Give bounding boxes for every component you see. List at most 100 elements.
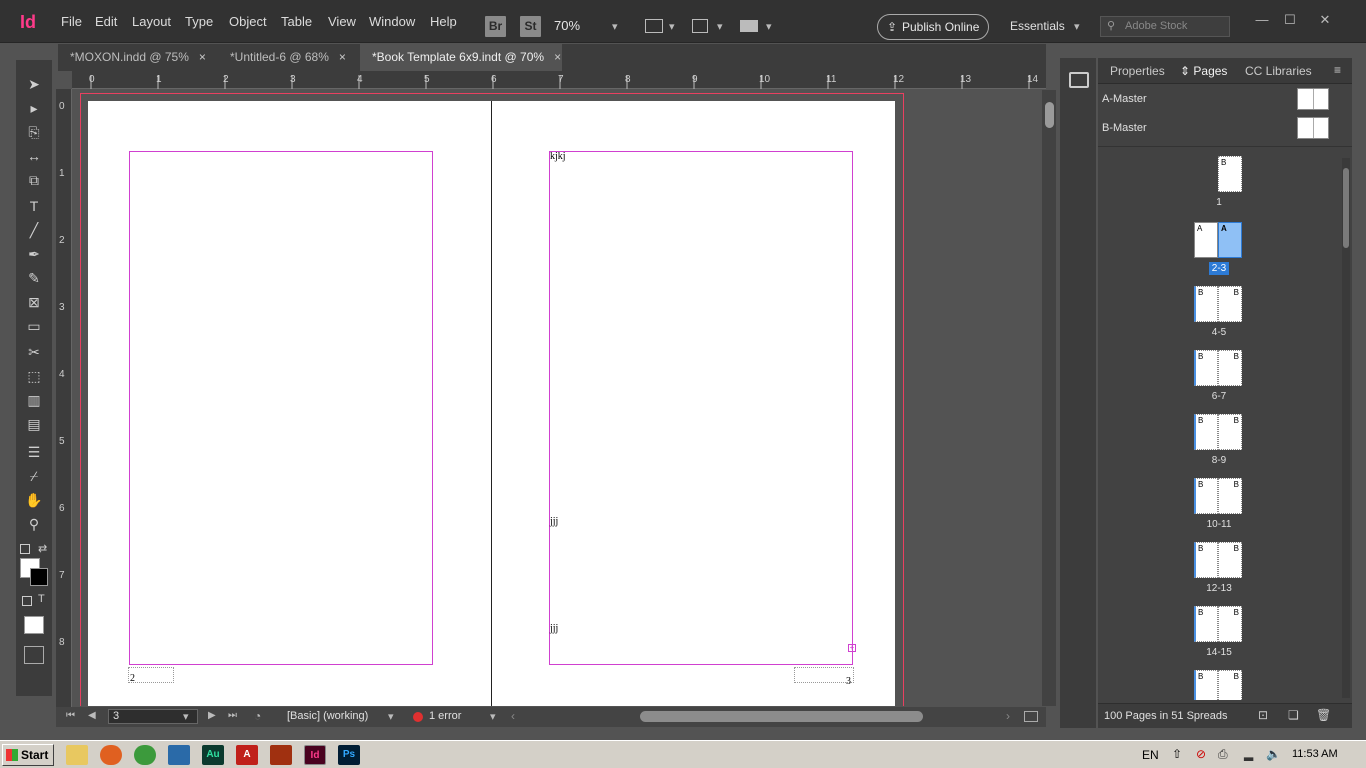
apply-none-icon[interactable] — [24, 616, 44, 634]
page-thumbnail[interactable]: B — [1218, 156, 1242, 192]
zoom-tool-icon[interactable]: ⚲ — [24, 514, 44, 534]
menu-layout[interactable]: Layout — [132, 13, 171, 31]
view-options-icon[interactable] — [692, 19, 708, 33]
menu-file[interactable]: File — [61, 13, 82, 31]
menu-table[interactable]: Table — [281, 13, 312, 31]
page-thumbnail[interactable]: B — [1194, 542, 1218, 578]
page-number-frame[interactable] — [794, 667, 854, 683]
profile-dropdown-icon[interactable]: ▾ — [388, 710, 394, 723]
page-thumbnail[interactable]: B — [1218, 670, 1242, 700]
page-thumbnail[interactable]: B — [1194, 606, 1218, 642]
page-thumbnail[interactable]: B — [1194, 670, 1218, 700]
page-thumbnail[interactable]: B — [1194, 414, 1218, 450]
last-page-icon[interactable]: ⏭ — [228, 710, 237, 721]
photoshop-icon[interactable]: Ps — [338, 745, 360, 765]
document-canvas[interactable]: 2 kjkj jjj jjj + 3 — [72, 90, 1042, 706]
horizontal-scrollbar-thumb[interactable] — [640, 711, 923, 722]
spread-16-17[interactable]: B B — [1194, 670, 1244, 700]
acrobat-icon[interactable]: A — [236, 745, 258, 765]
gradient-feather-tool-icon[interactable]: ▤ — [24, 414, 44, 434]
stroke-swatch[interactable] — [30, 568, 48, 586]
page-thumbnail[interactable]: B — [1218, 350, 1242, 386]
errors-dropdown-icon[interactable]: ▾ — [490, 710, 496, 723]
error-count[interactable]: 1 error — [429, 710, 461, 722]
split-window-icon[interactable] — [1024, 711, 1038, 722]
screen-mode-icon[interactable] — [645, 19, 663, 33]
spread-8-9[interactable]: B B 8-9 — [1194, 414, 1244, 466]
publish-online-button[interactable]: ⇪ Publish Online — [877, 14, 989, 40]
tray-icon[interactable]: ⊘ — [1196, 747, 1206, 761]
text-frame-content[interactable]: jjj — [550, 623, 558, 634]
network-icon[interactable]: ▂ — [1244, 747, 1253, 761]
comments-icon[interactable] — [1069, 72, 1089, 88]
rectangle-tool-icon[interactable]: ▭ — [24, 316, 44, 336]
vertical-scrollbar[interactable] — [1042, 90, 1056, 706]
close-window-button[interactable]: ✕ — [1313, 12, 1337, 30]
selection-tool-icon[interactable]: ➤ — [24, 74, 44, 94]
app-icon[interactable] — [270, 745, 292, 765]
app-icon[interactable] — [168, 745, 190, 765]
master-b-thumbnail[interactable] — [1297, 117, 1329, 139]
master-b[interactable]: B-Master — [1102, 117, 1342, 139]
swap-colors-icon[interactable]: ⇄ — [38, 542, 47, 555]
menu-object[interactable]: Object — [229, 13, 267, 31]
menu-view[interactable]: View — [328, 13, 356, 31]
zoom-dropdown-icon[interactable]: ▾ — [612, 20, 618, 33]
tab-cc-libraries[interactable]: CC Libraries — [1245, 64, 1312, 78]
preflight-profile[interactable]: [Basic] (working) — [287, 710, 368, 722]
scrollbar-thumb[interactable] — [1343, 168, 1349, 248]
workspace-switcher[interactable]: Essentials ▾ — [1010, 19, 1080, 33]
scrollbar-thumb[interactable] — [1045, 102, 1054, 128]
spread-4-5[interactable]: B B 4-5 — [1194, 286, 1244, 338]
eyedropper-tool-icon[interactable]: ⌿ — [24, 466, 44, 486]
pen-tool-icon[interactable]: ✒ — [24, 244, 44, 264]
free-transform-tool-icon[interactable]: ⬚ — [24, 366, 44, 386]
left-page[interactable]: 2 — [88, 101, 491, 706]
menu-window[interactable]: Window — [369, 13, 415, 31]
close-tab-icon[interactable]: × — [554, 50, 561, 64]
menu-type[interactable]: Type — [185, 13, 213, 31]
gap-tool-icon[interactable]: ↔ — [24, 146, 44, 166]
page-thumbnail[interactable]: B — [1218, 286, 1242, 322]
page-thumbnail[interactable]: B — [1194, 286, 1218, 322]
spread-6-7[interactable]: B B 6-7 — [1194, 350, 1244, 402]
next-page-icon[interactable]: ▶ — [208, 710, 216, 721]
delete-page-icon[interactable]: 🗑 — [1316, 708, 1331, 722]
indesign-taskbar-icon[interactable]: Id — [304, 745, 326, 765]
page-dropdown-icon[interactable]: ▾ — [183, 710, 189, 723]
page-tool-icon[interactable]: ⎘ — [24, 122, 44, 142]
page-thumbnail[interactable]: B — [1218, 478, 1242, 514]
right-page[interactable]: kjkj jjj jjj + 3 — [492, 101, 895, 706]
screen-mode-dropdown-icon[interactable]: ▾ — [669, 20, 675, 33]
close-tab-icon[interactable]: × — [199, 50, 206, 64]
minimize-button[interactable]: — — [1250, 12, 1274, 30]
chrome-icon[interactable] — [134, 745, 156, 765]
formatting-text-icon[interactable]: T — [38, 593, 45, 605]
overset-text-icon[interactable]: + — [848, 644, 856, 652]
preflight-icon[interactable]: ◔ — [254, 709, 261, 723]
formatting-container-icon[interactable] — [22, 596, 32, 606]
page-thumbnail-selected[interactable]: A — [1218, 222, 1242, 258]
page-thumbnail[interactable]: A — [1194, 222, 1218, 258]
tab-moxon[interactable]: *MOXON.indd @ 75% × — [58, 44, 218, 71]
tab-book-template[interactable]: *Book Template 6x9.indt @ 70% × — [360, 44, 562, 71]
tab-pages[interactable]: ⇕ Pages — [1180, 64, 1227, 78]
language-indicator[interactable]: EN — [1142, 748, 1159, 762]
spread-2-3[interactable]: A A 2-3 — [1194, 222, 1244, 275]
tray-expand-icon[interactable]: ⇧ — [1172, 747, 1182, 761]
spread-10-11[interactable]: B B 10-11 — [1194, 478, 1244, 530]
tray-icon[interactable]: ⎙ — [1218, 747, 1228, 762]
previous-page-icon[interactable]: ◀ — [88, 710, 96, 721]
page-thumbnail[interactable]: B — [1194, 350, 1218, 386]
maximize-button[interactable]: ☐ — [1278, 12, 1302, 30]
clock[interactable]: 11:53 AM — [1292, 748, 1338, 760]
new-page-icon[interactable]: ❏ — [1288, 708, 1299, 722]
menu-help[interactable]: Help — [430, 13, 457, 31]
default-colors-icon[interactable] — [20, 544, 30, 554]
pencil-tool-icon[interactable]: ✎ — [24, 268, 44, 288]
arrange-documents-icon[interactable] — [740, 20, 758, 32]
type-tool-icon[interactable]: T — [24, 196, 44, 216]
spread-12-13[interactable]: B B 12-13 — [1194, 542, 1244, 594]
stock-button[interactable]: St — [520, 16, 541, 37]
direct-selection-tool-icon[interactable]: ▸ — [24, 98, 44, 118]
